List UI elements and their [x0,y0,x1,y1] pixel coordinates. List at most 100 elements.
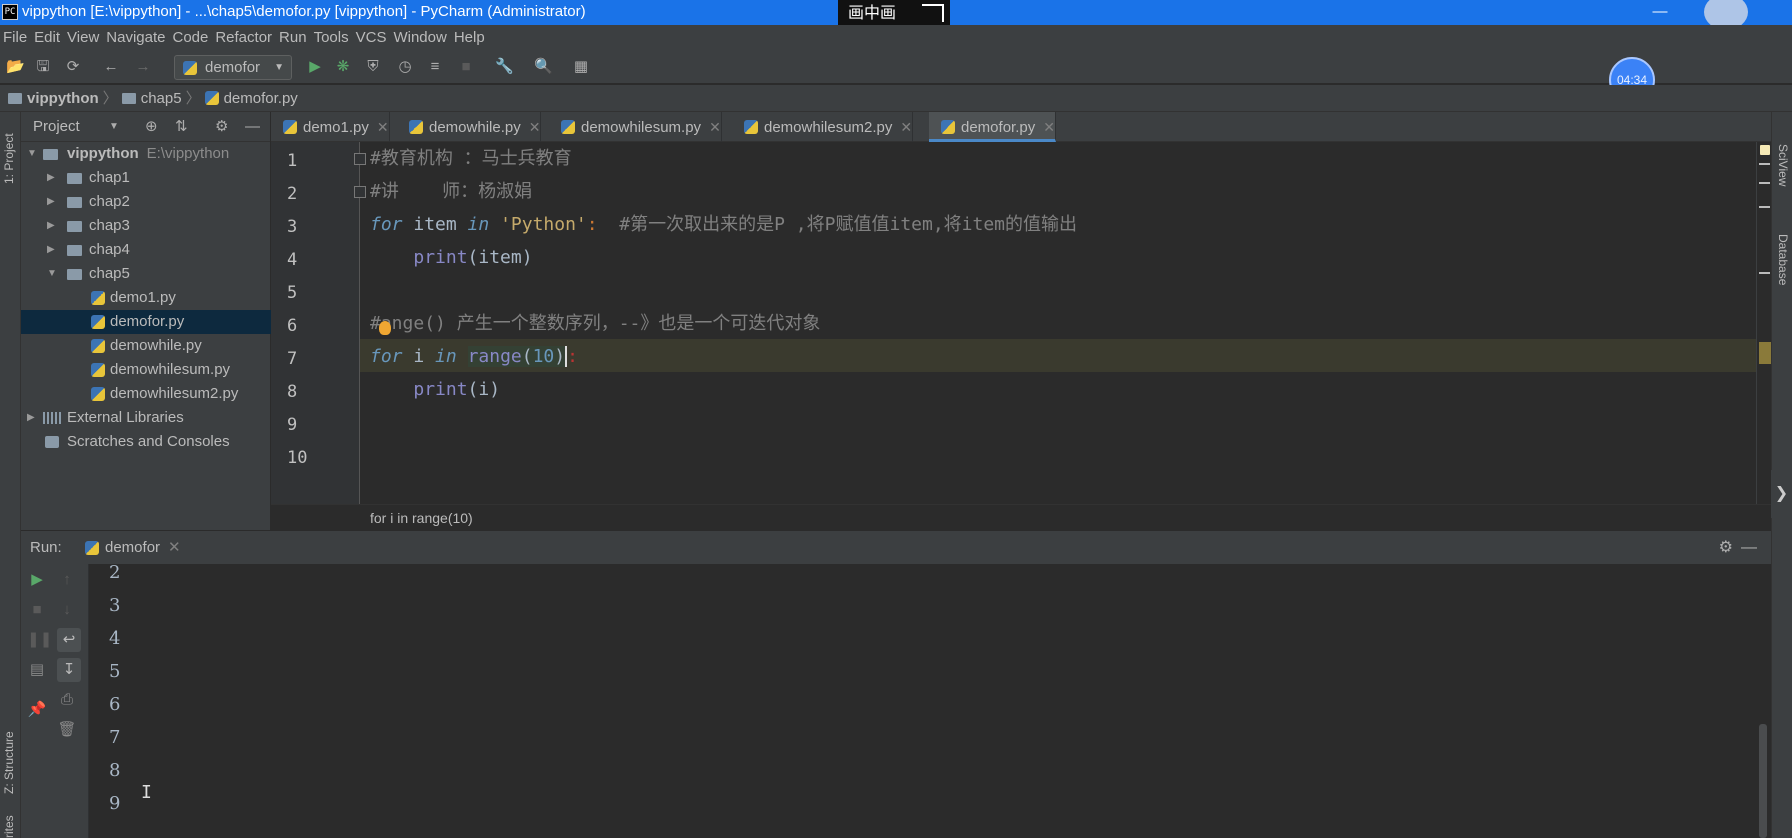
menu-help[interactable]: Help [451,25,489,50]
soft-wrap-icon[interactable]: ↩ [57,628,81,652]
intention-lightbulb-icon[interactable] [379,321,391,335]
hide-panel-icon[interactable]: — [1741,531,1757,565]
pip-exit-icon[interactable] [922,4,944,22]
console-scrollbar[interactable] [1759,724,1767,838]
trash-icon[interactable]: 🗑 [57,720,77,740]
open-folder-icon[interactable]: 📂 [6,58,25,76]
forward-arrow-icon[interactable]: → [134,58,152,76]
console-output[interactable]: 2 3 4 5 6 7 8 9 I [89,562,1771,838]
tree-folder-chap5[interactable]: ▼ chap5 [21,262,271,286]
error-stripe[interactable] [1756,142,1771,504]
tree-external-libraries[interactable]: ▶ External Libraries [21,406,271,430]
triangle-down-icon[interactable]: ▼ [27,142,37,166]
rerun-icon[interactable]: ▶ [27,570,47,590]
breadcrumb-folder[interactable]: chap5 [121,85,182,112]
locate-target-icon[interactable]: ⊕ [145,112,158,142]
pause-icon[interactable]: ❚❚ [27,630,52,650]
search-icon[interactable]: 🔍 [534,58,553,76]
fold-marker-icon[interactable] [354,186,366,198]
triangle-right-icon[interactable]: ▶ [47,190,55,214]
tree-file-demowhilesum2[interactable]: demowhilesum2.py [21,382,271,406]
breadcrumb-file[interactable]: demofor.py [204,85,298,112]
tree-file-demowhilesum[interactable]: demowhilesum.py [21,358,271,382]
triangle-right-icon[interactable]: ▶ [47,214,55,238]
tree-scratches[interactable]: Scratches and Consoles [21,430,271,454]
menu-file[interactable]: File [0,25,31,50]
menu-window[interactable]: Window [390,25,450,50]
debug-bug-icon[interactable]: ❋ [334,58,352,76]
run-icon[interactable]: ▶ [306,58,324,76]
menu-vcs[interactable]: VCS [353,25,391,50]
stop-icon[interactable]: ■ [27,600,47,620]
stripe-mark[interactable] [1759,182,1770,184]
coverage-icon[interactable]: ⛨ [364,58,382,76]
close-icon[interactable]: ✕ [709,119,721,135]
expand-panel-chevron-icon[interactable]: ❯ [1771,470,1792,518]
menu-tools[interactable]: Tools [311,25,353,50]
close-icon[interactable]: ✕ [529,119,541,135]
close-icon[interactable]: ✕ [168,539,181,556]
hide-panel-icon[interactable]: — [245,112,260,142]
close-icon[interactable]: ✕ [900,119,912,135]
tab-demowhile[interactable]: demowhile.py ✕ [397,112,542,142]
structure-icon[interactable]: ▦ [572,58,590,76]
breadcrumb-project[interactable]: vippython [8,85,99,112]
minimize-button[interactable]: — [1650,0,1670,24]
project-view-select[interactable]: Project [33,118,80,135]
pin-icon[interactable]: 📌 [27,700,47,720]
tree-folder-chap3[interactable]: ▶ chap3 [21,214,271,238]
triangle-down-icon[interactable]: ▼ [47,262,57,286]
collapse-all-icon[interactable]: ⇅ [175,112,188,142]
tab-demowhilesum[interactable]: demowhilesum.py ✕ [549,112,722,142]
scroll-to-end-icon[interactable]: ↧ [57,658,81,682]
project-tool-window-button[interactable]: 1: Project [2,133,16,184]
save-icon[interactable]: 🖫 [34,58,52,76]
close-icon[interactable]: ✕ [1043,119,1055,135]
favorites-tool-window-button[interactable]: rites [2,815,16,838]
menu-code[interactable]: Code [169,25,212,50]
gear-icon[interactable]: ⚙ [1719,531,1733,565]
triangle-right-icon[interactable]: ▶ [47,166,55,190]
menu-run[interactable]: Run [276,25,311,50]
tree-folder-chap2[interactable]: ▶ chap2 [21,190,271,214]
stripe-mark[interactable] [1759,272,1770,274]
menu-navigate[interactable]: Navigate [103,25,169,50]
picture-in-picture-button[interactable]: 画中画 [838,0,950,27]
tab-demofor[interactable]: demofor.py ✕ [929,112,1056,142]
stop-icon[interactable]: ■ [457,58,475,76]
caret-stripe-mark[interactable] [1759,342,1771,364]
tree-folder-chap1[interactable]: ▶ chap1 [21,166,271,190]
triangle-right-icon[interactable]: ▶ [47,238,55,262]
concurrency-icon[interactable]: ≡ [426,58,444,76]
up-arrow-icon[interactable]: ↑ [57,570,77,590]
tree-file-demowhile[interactable]: demowhile.py [21,334,271,358]
editor-context-breadcrumb[interactable]: for i in range(10) [271,504,1771,530]
menu-refactor[interactable]: Refactor [212,25,276,50]
tree-file-demofor[interactable]: demofor.py [21,310,271,334]
fold-marker-icon[interactable] [354,153,366,165]
run-configuration-select[interactable]: demofor ▼ [174,55,292,80]
tree-file-demo1[interactable]: demo1.py [21,286,271,310]
tree-folder-chap4[interactable]: ▶ chap4 [21,238,271,262]
print-icon[interactable]: ⎙ [57,690,77,710]
code-editor[interactable]: 1 2 3 4 5 6 7 8 9 10 #教育机构 ：马士兵教育 #讲 师：杨… [271,142,1771,504]
close-icon[interactable]: ✕ [377,119,389,135]
stripe-mark[interactable] [1759,206,1770,208]
structure-tool-window-button[interactable]: Z: Structure [2,731,16,794]
tree-root-vippython[interactable]: ▼ vippython E:\vippython [21,142,271,166]
sciview-tool-window-button[interactable]: SciView [1776,144,1790,186]
down-arrow-icon[interactable]: ↓ [57,600,77,620]
tab-demowhilesum2[interactable]: demowhilesum2.py ✕ [732,112,914,142]
menu-view[interactable]: View [64,25,103,50]
layout-icon[interactable]: ▤ [27,660,47,680]
tab-demo1[interactable]: demo1.py ✕ [271,112,390,142]
triangle-right-icon[interactable]: ▶ [27,406,35,430]
wrench-icon[interactable]: 🔧 [495,58,514,76]
sync-icon[interactable]: ⟳ [64,58,82,76]
profile-icon[interactable]: ◷ [396,58,414,76]
gear-icon[interactable]: ⚙ [215,112,228,142]
chevron-down-icon[interactable]: ▼ [109,112,119,142]
inspection-status-icon[interactable] [1760,145,1770,155]
menu-edit[interactable]: Edit [31,25,64,50]
back-arrow-icon[interactable]: ← [102,58,120,76]
